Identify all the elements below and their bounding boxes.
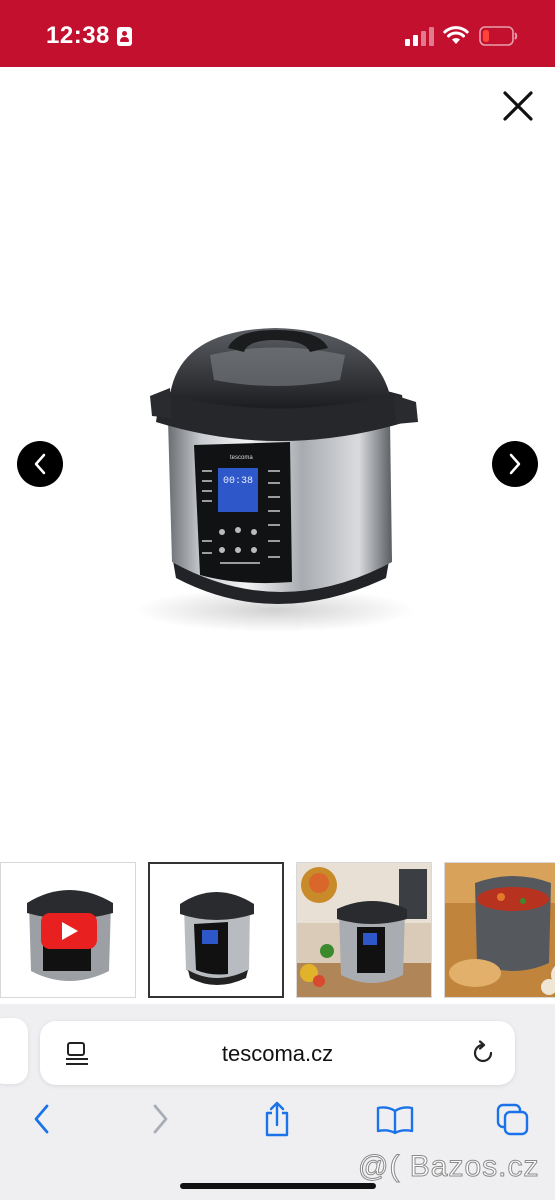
status-time: 12:38 (46, 22, 110, 49)
address-bar[interactable]: tescoma.cz (40, 1021, 515, 1085)
chevron-right-icon (509, 453, 521, 475)
cooked-food-image (445, 863, 555, 997)
kitchen-scene-image (297, 863, 431, 997)
url-text[interactable]: tescoma.cz (40, 1041, 515, 1067)
wifi-icon (443, 26, 469, 44)
cooker-thumbnail-image (180, 892, 254, 985)
close-icon (503, 91, 533, 121)
reload-icon[interactable] (470, 1040, 496, 1066)
status-bar: 12:38 (0, 0, 555, 67)
youtube-play-icon (41, 913, 97, 949)
next-image-button[interactable] (492, 441, 538, 487)
tabs-icon[interactable] (496, 1103, 530, 1137)
back-button[interactable] (30, 1102, 52, 1136)
thumbnail-strip (0, 862, 555, 998)
close-button[interactable] (500, 88, 536, 124)
device-brand-label: tescoma (230, 455, 253, 461)
thumbnail-food[interactable] (444, 862, 555, 998)
previous-image-button[interactable] (17, 441, 63, 487)
previous-tab-preview[interactable] (0, 1018, 28, 1084)
device-display-time: 00:38 (223, 476, 253, 487)
cooker-thumbnail-image (27, 890, 113, 981)
home-indicator (180, 1183, 376, 1189)
contact-card-icon (117, 27, 132, 46)
share-icon[interactable] (262, 1100, 292, 1138)
bookmarks-icon[interactable] (376, 1105, 414, 1135)
thumbnail-kitchen[interactable] (296, 862, 432, 998)
chevron-left-icon (34, 453, 46, 475)
cellular-signal-icon (405, 27, 435, 46)
watermark: @( Bazos.cz (358, 1150, 540, 1184)
forward-button[interactable] (150, 1102, 172, 1136)
battery-low-icon (479, 26, 518, 46)
thumbnail-video[interactable] (0, 862, 136, 998)
product-main-image: 00:38 tescoma (135, 328, 418, 632)
thumbnail-product[interactable] (148, 862, 284, 998)
